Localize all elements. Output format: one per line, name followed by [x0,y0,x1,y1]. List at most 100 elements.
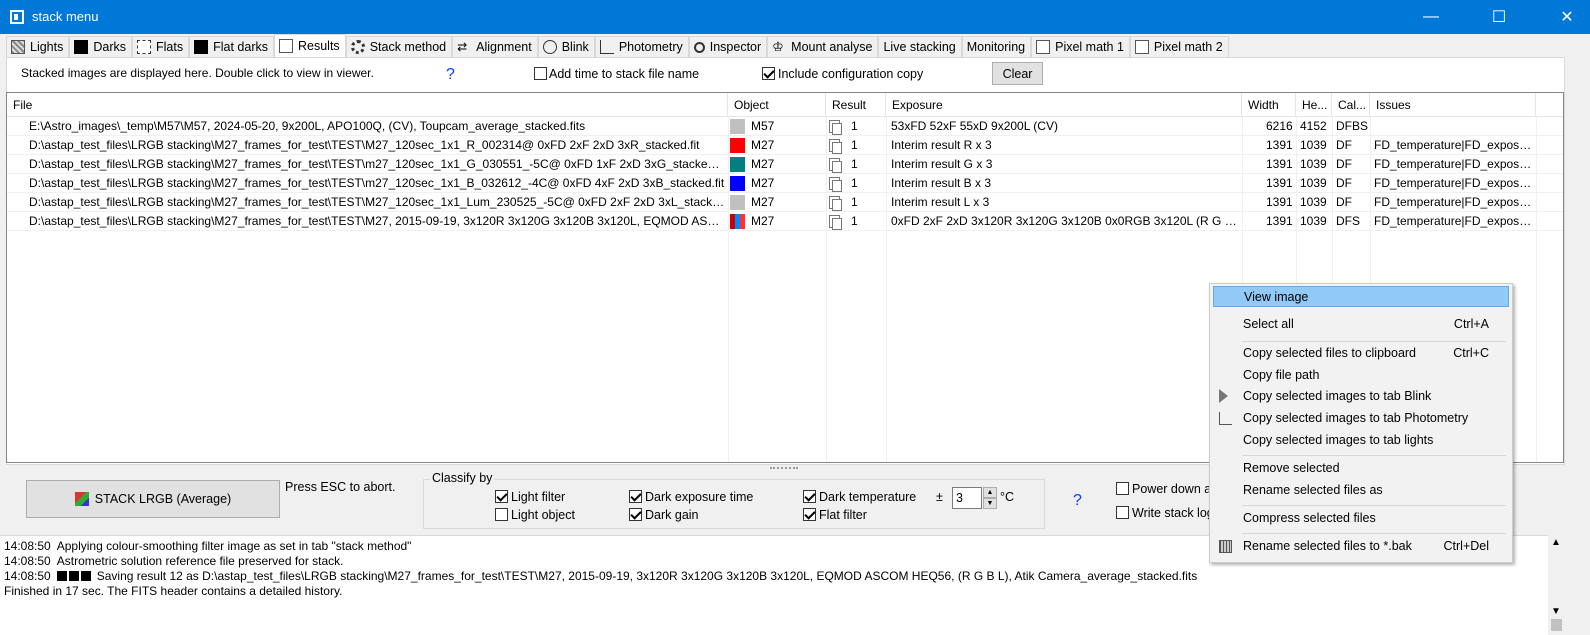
power-down-checkbox[interactable] [1116,482,1129,495]
cell-object: M27 [751,157,775,171]
table-row[interactable]: D:\astap_test_files\LRGB stacking\M27_fr… [7,136,1563,155]
include-config-checkbox[interactable] [762,67,775,80]
stack-icon [74,492,89,506]
cell-result: 1 [851,157,858,171]
col-issues[interactable]: Issues [1370,93,1536,117]
tab-live-stacking[interactable]: Live stacking [878,36,962,57]
include-config-label: Include configuration copy [778,67,924,81]
menu-item-copy-to-clipboard[interactable]: Copy selected files to clipboard Ctrl+C [1213,343,1509,364]
col-height[interactable]: He... [1296,93,1332,117]
filter-color-swatch [730,195,745,210]
scroll-down-icon[interactable]: ▼ [1551,606,1561,617]
menu-item-select-all[interactable]: Select all Ctrl+A [1213,314,1509,335]
tab-pixel-math-2[interactable]: Pixel math 2 [1129,36,1229,57]
table-row[interactable]: D:\astap_test_files\LRGB stacking\M27_fr… [7,155,1563,174]
light-object-checkbox[interactable] [495,508,508,521]
tab-flat-darks[interactable]: Flat darks [189,36,274,57]
clear-button[interactable]: Clear [992,62,1043,85]
tab-flats[interactable]: Flats [132,36,190,57]
classify-help-link[interactable]: ? [1073,492,1082,510]
tab-blink[interactable]: Blink [537,36,595,57]
table-row[interactable]: D:\astap_test_files\LRGB stacking\M27_fr… [7,174,1563,193]
close-button[interactable]: ✕ [1544,0,1590,34]
cell-result: 1 [851,176,858,190]
cell-issues: FD_temperature|FD_exposure| [1374,214,1534,228]
cell-object: M27 [751,195,775,209]
table-row[interactable]: D:\astap_test_files\LRGB stacking\M27_fr… [7,193,1563,212]
col-calibration[interactable]: Cal... [1332,93,1370,117]
status-square-icon [81,571,92,581]
log-line: 14:08:50 Saving result 12 as D:\astap_te… [4,569,1198,583]
tab-darks[interactable]: Darks [69,36,133,57]
light-filter-checkbox[interactable] [495,490,508,503]
table-row[interactable]: D:\astap_test_files\LRGB stacking\M27_fr… [7,212,1563,231]
temperature-tolerance-input[interactable]: 3 [952,487,982,509]
cell-issues [1374,117,1534,136]
menu-item-rename-selected[interactable]: Rename selected files as [1213,480,1509,501]
dark-temperature-label: Dark temperature [819,490,917,504]
add-time-label: Add time to stack file name [549,67,700,81]
splitter-handle[interactable] [770,467,798,470]
add-time-checkbox[interactable] [534,67,547,80]
log-scrollbar[interactable]: ▲ ▼ [1548,535,1565,635]
table-row[interactable]: E:\Astro_images\_temp\M57\M57, 2024-05-2… [7,117,1563,136]
tab-pixel-math-1[interactable]: Pixel math 1 [1031,36,1130,57]
telescope-icon: ♔ [772,39,784,54]
tab-results[interactable]: Results [274,34,346,57]
menu-item-view-image[interactable]: View image [1213,286,1509,307]
cell-file: D:\astap_test_files\LRGB stacking\M27_fr… [29,176,725,190]
menu-item-rename-to-bak[interactable]: Rename selected files to *.bak Ctrl+Del [1213,536,1509,557]
dark-exposure-checkbox[interactable] [629,490,642,503]
tab-inspector[interactable]: Inspector [688,36,768,57]
scroll-up-icon[interactable]: ▲ [1551,537,1561,548]
light-filter-label: Light filter [511,490,566,504]
filter-color-swatch [730,214,745,229]
cell-issues: FD_temperature|FD_exposure| [1374,138,1534,152]
tab-stack-method[interactable]: Stack method [345,36,453,57]
copy-icon [829,120,842,135]
menu-item-copy-to-blink[interactable]: Copy selected images to tab Blink [1213,386,1509,407]
tab-lights[interactable]: Lights [6,36,70,57]
col-result[interactable]: Result [826,93,886,117]
cell-calibration: DF [1336,138,1352,152]
write-log-checkbox[interactable] [1116,506,1129,519]
flat-filter-checkbox[interactable] [803,508,816,521]
cell-issues: FD_temperature|FD_exposure| [1374,157,1534,171]
cell-calibration: DF [1336,195,1352,209]
stack-button[interactable]: STACK LRGB (Average) [26,480,280,518]
tab-monitoring[interactable]: Monitoring [961,36,1032,57]
cell-file: D:\astap_test_files\LRGB stacking\M27_fr… [29,138,700,152]
col-object[interactable]: Object [728,93,826,117]
menu-item-copy-to-lights[interactable]: Copy selected images to tab lights [1213,430,1509,451]
col-exposure[interactable]: Exposure [886,93,1242,117]
cell-height: 1039 [1300,214,1327,228]
cell-issues: FD_temperature|FD_exposure| [1374,195,1534,209]
col-width[interactable]: Width [1242,93,1296,117]
spin-down-icon[interactable]: ▼ [983,498,997,509]
cell-object: M57 [751,119,775,133]
dark-gain-checkbox[interactable] [629,508,642,521]
filter-color-swatch [730,119,745,134]
menu-item-compress-selected[interactable]: Compress selected files [1213,508,1509,529]
alignment-icon: ⇄ [457,40,468,54]
menu-item-copy-to-photometry[interactable]: Copy selected images to tab Photometry [1213,408,1509,429]
maximize-button[interactable]: ☐ [1476,0,1522,34]
cell-object: M27 [751,176,775,190]
tab-alignment[interactable]: ⇄ Alignment [452,36,538,57]
lights-icon [11,40,25,54]
minimize-button[interactable]: — [1408,0,1454,34]
menu-item-copy-file-path[interactable]: Copy file path [1213,365,1509,386]
cell-calibration: DFBS [1336,119,1369,133]
cell-file: E:\Astro_images\_temp\M57\M57, 2024-05-2… [29,119,586,133]
filter-color-swatch [730,157,745,172]
help-link[interactable]: ? [446,66,455,84]
scroll-thumb[interactable] [1551,619,1562,631]
col-file[interactable]: File [7,93,728,117]
temperature-unit: °C [1000,490,1015,504]
tab-photometry[interactable]: Photometry [594,36,689,57]
tab-mount-analyse[interactable]: ♔ Mount analyse [767,36,879,57]
temperature-spinner[interactable]: ▲ ▼ [983,487,997,509]
menu-item-remove-selected[interactable]: Remove selected [1213,458,1509,479]
dark-temperature-checkbox[interactable] [803,490,816,503]
spin-up-icon[interactable]: ▲ [983,487,997,498]
